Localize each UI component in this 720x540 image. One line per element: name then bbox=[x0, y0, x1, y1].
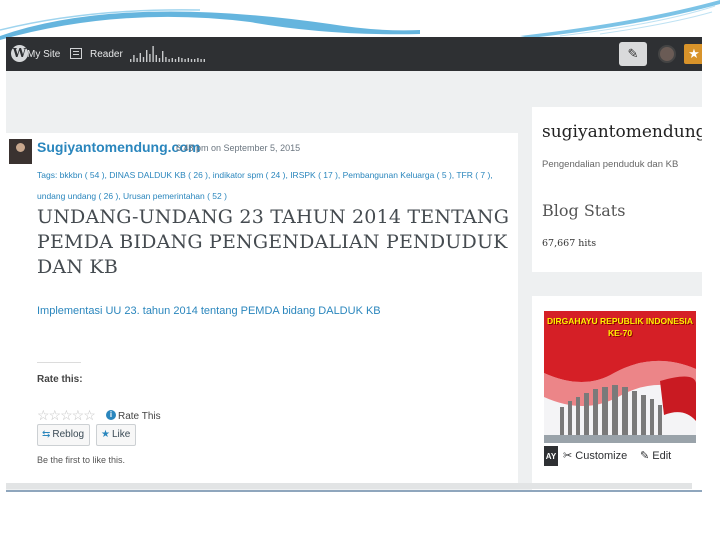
my-site-link[interactable]: My Site bbox=[27, 49, 60, 60]
sparkline-bar bbox=[197, 58, 199, 62]
decorative-swoosh bbox=[0, 0, 720, 40]
notifications-icon: ★ bbox=[688, 46, 700, 61]
post-timestamp[interactable]: 6:48 pm on September 5, 2015 bbox=[176, 143, 300, 153]
sparkline-bar bbox=[174, 59, 177, 62]
like-note: Be the first to like this. bbox=[37, 455, 126, 465]
sparkline-bar bbox=[187, 58, 189, 62]
customize-label: Customize bbox=[575, 450, 628, 462]
sparkline-bar bbox=[178, 57, 180, 62]
sparkline-bar bbox=[136, 58, 138, 62]
blog-tagline: Pengendalian penduduk dan KB bbox=[542, 159, 679, 170]
sparkline-bar bbox=[158, 58, 161, 62]
sparkline-bar bbox=[190, 59, 193, 62]
wordpress-icon[interactable]: W bbox=[11, 45, 28, 62]
post-tags: Tags: bkkbn ( 54 ), DINAS DALDUK KB ( 26… bbox=[37, 165, 507, 207]
pencil-icon: ✎ bbox=[640, 450, 653, 462]
sparkline-bar bbox=[168, 59, 170, 62]
sparkline-bar bbox=[184, 59, 186, 62]
like-label: Like bbox=[111, 429, 131, 440]
blog-title[interactable]: sugiyantomendung.c bbox=[542, 122, 702, 142]
customize-button[interactable]: ✂ Customize bbox=[563, 449, 627, 462]
rating-stars[interactable]: ☆☆☆☆☆ bbox=[37, 407, 96, 424]
sparkline-bar bbox=[200, 59, 202, 62]
notifications-button[interactable]: ★ bbox=[684, 44, 702, 64]
edit-button[interactable]: ✎ Edit bbox=[640, 449, 671, 462]
tags-line-2[interactable]: undang undang ( 26 ), Urusan pemerintaha… bbox=[37, 186, 507, 207]
star-icon: ★ bbox=[101, 429, 110, 440]
sparkline-bar bbox=[142, 57, 145, 62]
sparkline-bar bbox=[155, 55, 157, 62]
post-excerpt[interactable]: Implementasi UU 23. tahun 2014 tentang P… bbox=[37, 305, 381, 317]
user-avatar[interactable] bbox=[658, 45, 676, 63]
admin-bar: W My Site Reader ✎ ★ bbox=[6, 37, 702, 71]
post-card: Sugiyantomendung.com 6:48 pm on Septembe… bbox=[6, 133, 518, 485]
sparkline-bar bbox=[203, 59, 205, 62]
slide-margin bbox=[702, 37, 720, 492]
ay-tab[interactable]: AY bbox=[544, 446, 558, 466]
sparkline-bar bbox=[133, 55, 135, 62]
reader-icon bbox=[70, 48, 82, 59]
post-title[interactable]: UNDANG-UNDANG 23 TAHUN 2014 TENTANG PEMD… bbox=[37, 205, 517, 280]
customize-toolbar: AY ✂ Customize ✎ Edit bbox=[544, 443, 702, 467]
banner-caption: DIRGAHAYU REPUBLIK INDONESIA KE-70 bbox=[544, 315, 696, 339]
banner-caption-line-2: KE-70 bbox=[607, 328, 633, 338]
screen-bottom-border bbox=[6, 490, 702, 492]
banner-caption-line-1: DIRGAHAYU REPUBLIK INDONESIA bbox=[546, 316, 694, 326]
sparkline-bar bbox=[194, 59, 196, 62]
author-avatar[interactable] bbox=[9, 139, 32, 164]
blog-stats-heading: Blog Stats bbox=[542, 201, 626, 220]
edit-label: Edit bbox=[652, 450, 672, 462]
horizontal-scrollbar[interactable] bbox=[6, 483, 692, 489]
browser-screenshot: W My Site Reader ✎ ★ Sugiyantomendung.co… bbox=[6, 37, 702, 492]
wrench-icon: ✂ bbox=[563, 450, 576, 462]
sparkline-bar bbox=[181, 58, 183, 62]
hit-count: 67,667 hits bbox=[542, 238, 597, 249]
image-widget: DIRGAHAYU REPUBLIK INDONESIA KE-70 AY ✂ … bbox=[532, 296, 702, 492]
tags-line-1[interactable]: Tags: bkkbn ( 54 ), DINAS DALDUK KB ( 26… bbox=[37, 165, 507, 186]
sparkline-bar bbox=[165, 57, 167, 62]
sparkline-bar bbox=[152, 46, 154, 62]
like-button[interactable]: ★ Like bbox=[96, 424, 136, 446]
reblog-button[interactable]: ⇆ Reblog bbox=[37, 424, 90, 446]
rate-this-text: Rate This bbox=[118, 411, 161, 422]
stats-sparkline[interactable] bbox=[130, 45, 210, 63]
independence-banner-image[interactable]: DIRGAHAYU REPUBLIK INDONESIA KE-70 bbox=[544, 311, 696, 447]
divider bbox=[37, 362, 81, 363]
info-icon[interactable]: i bbox=[106, 410, 116, 420]
sparkline-bar bbox=[171, 58, 173, 62]
reader-link[interactable]: Reader bbox=[90, 49, 123, 60]
sparkline-bar bbox=[146, 50, 148, 62]
reblog-label: Reblog bbox=[52, 429, 85, 440]
rate-label: Rate this: bbox=[37, 374, 83, 385]
write-button[interactable]: ✎ bbox=[619, 42, 647, 66]
reblog-icon: ⇆ bbox=[42, 429, 51, 440]
sparkline-bar bbox=[139, 53, 141, 62]
blog-info-widget: sugiyantomendung.c Pengendalian penduduk… bbox=[532, 107, 702, 272]
sparkline-bar bbox=[130, 59, 132, 62]
sparkline-bar bbox=[149, 54, 151, 62]
sparkline-bar bbox=[162, 51, 164, 62]
write-icon: ✎ bbox=[627, 46, 639, 61]
